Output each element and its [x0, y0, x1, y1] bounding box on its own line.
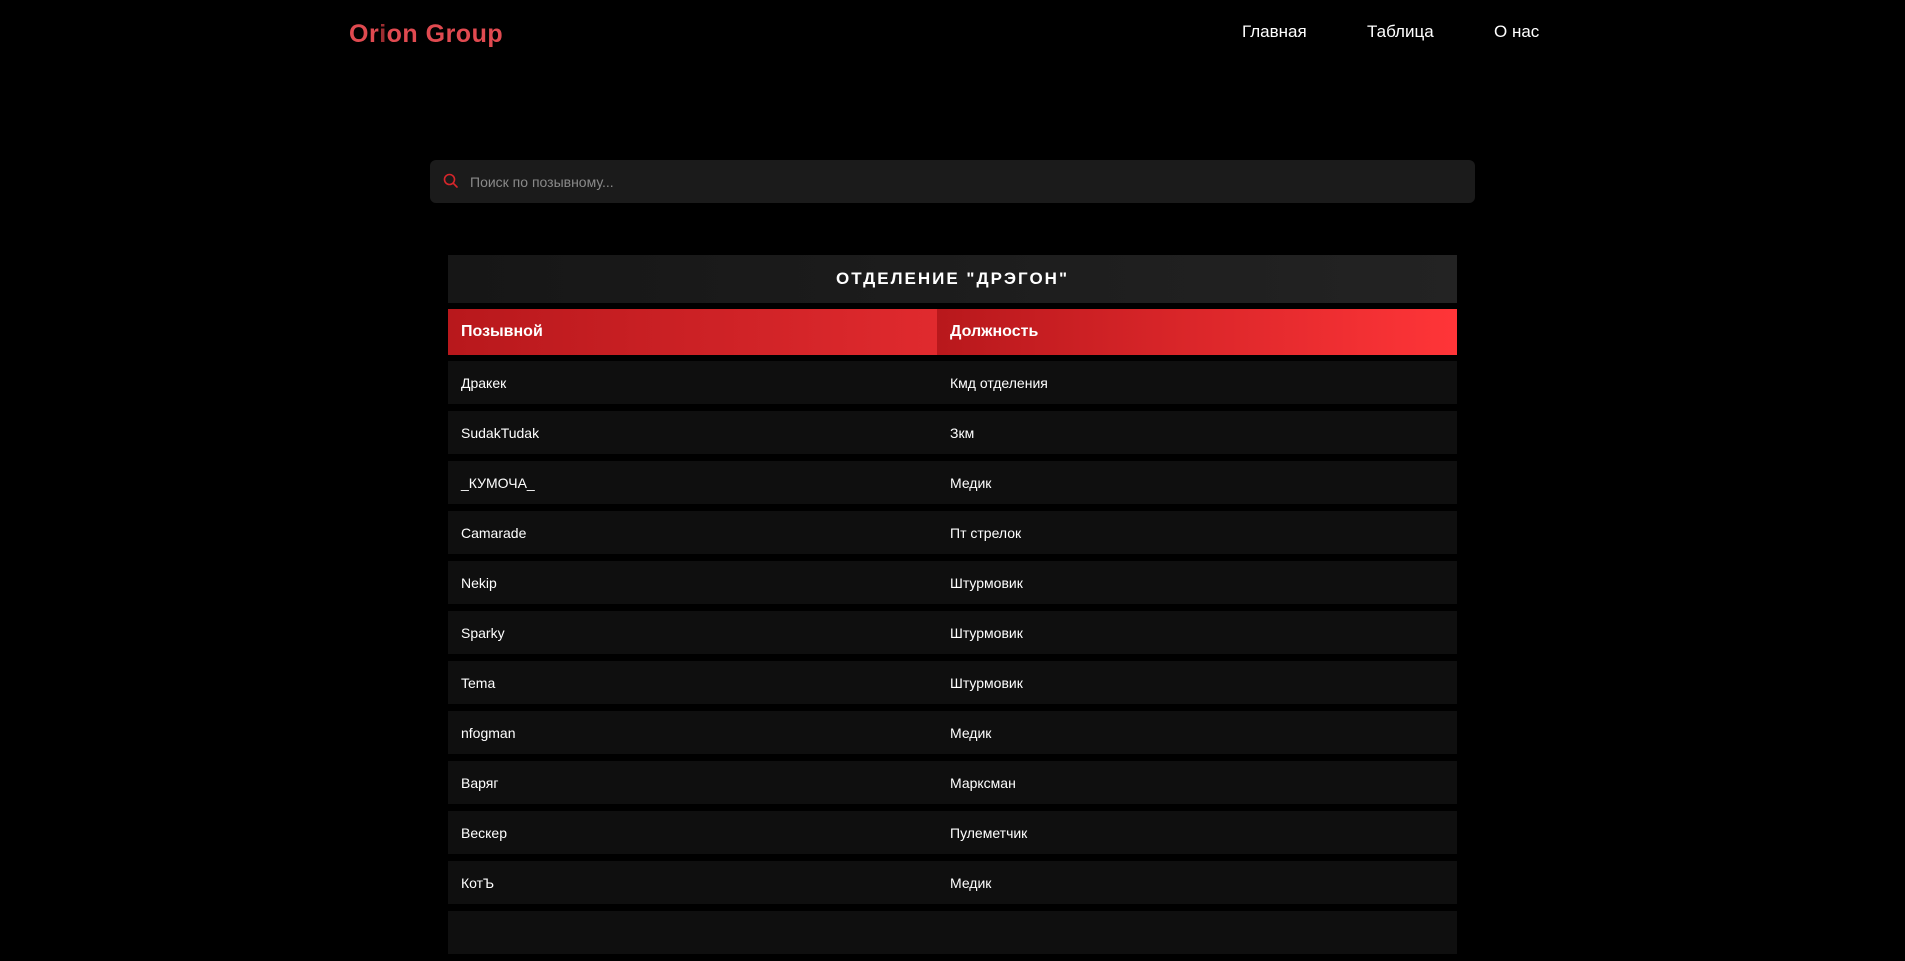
- search-input[interactable]: [470, 160, 1460, 203]
- nav-about-link[interactable]: О нас: [1494, 22, 1539, 42]
- callsign-cell: КотЪ: [461, 874, 495, 891]
- callsign-cell: nfogman: [461, 724, 516, 741]
- table-row: Tema Штурмовик: [448, 661, 1457, 704]
- position-cell: Кмд отделения: [950, 374, 1048, 391]
- table-row: nfogman Медик: [448, 711, 1457, 754]
- callsign-cell: Nekip: [461, 574, 497, 591]
- callsign-cell: Tema: [461, 674, 496, 691]
- position-cell: Марксман: [950, 774, 1016, 791]
- position-cell: Штурмовик: [950, 574, 1023, 591]
- column-header-callsign: Позывной: [448, 309, 937, 355]
- table-row: Nekip Штурмовик: [448, 561, 1457, 604]
- squad-section: ОТДЕЛЕНИЕ "ДРЭГОН" Позывной Должность Др…: [448, 255, 1457, 961]
- callsign-cell: Sparky: [461, 624, 505, 641]
- position-cell: Медик: [950, 474, 992, 491]
- callsign-cell: Camarade: [461, 524, 527, 541]
- logo-text-part1: Or: [349, 20, 380, 48]
- nav-home-link[interactable]: Главная: [1242, 22, 1307, 42]
- position-cell: Медик: [950, 724, 992, 741]
- header: Orion Group Главная Таблица О нас: [0, 0, 1905, 70]
- table-row: SudakTudak Зкм: [448, 411, 1457, 454]
- search-icon: [443, 173, 458, 188]
- section-title: ОТДЕЛЕНИЕ "ДРЭГОН": [448, 255, 1457, 303]
- logo[interactable]: Orion Group: [349, 20, 503, 49]
- position-cell: Зкм: [950, 424, 975, 441]
- table-header: Позывной Должность: [448, 309, 1457, 355]
- position-cell: Штурмовик: [950, 674, 1023, 691]
- callsign-cell: Варяг: [461, 774, 499, 791]
- callsign-cell: Вескер: [461, 824, 507, 841]
- position-cell: Штурмовик: [950, 624, 1023, 641]
- column-header-position: Должность: [937, 309, 1457, 355]
- nav-table-link[interactable]: Таблица: [1367, 22, 1434, 42]
- table-row: КотЪ Медик: [448, 861, 1457, 904]
- callsign-cell: Дракек: [461, 374, 507, 391]
- table-row: Дракек Кмд отделения: [448, 361, 1457, 404]
- table-row: Вескер Пулеметчик: [448, 811, 1457, 854]
- table-row: Варяг Марксман: [448, 761, 1457, 804]
- table-row: Camarade Пт стрелок: [448, 511, 1457, 554]
- callsign-cell: _КУМОЧА_: [461, 474, 535, 491]
- position-cell: Пт стрелок: [950, 524, 1022, 541]
- callsign-cell: SudakTudak: [461, 424, 540, 441]
- table-row-partial: [448, 911, 1457, 954]
- logo-text-part2: i: [379, 20, 387, 48]
- table-body: Дракек Кмд отделения SudakTudak Зкм _КУМ…: [448, 361, 1457, 954]
- position-cell: Пулеметчик: [950, 824, 1028, 841]
- table-row: _КУМОЧА_ Медик: [448, 461, 1457, 504]
- search-bar: [430, 160, 1475, 203]
- position-cell: Медик: [950, 874, 992, 891]
- logo-text-part3: on Group: [386, 20, 504, 48]
- table-row: Sparky Штурмовик: [448, 611, 1457, 654]
